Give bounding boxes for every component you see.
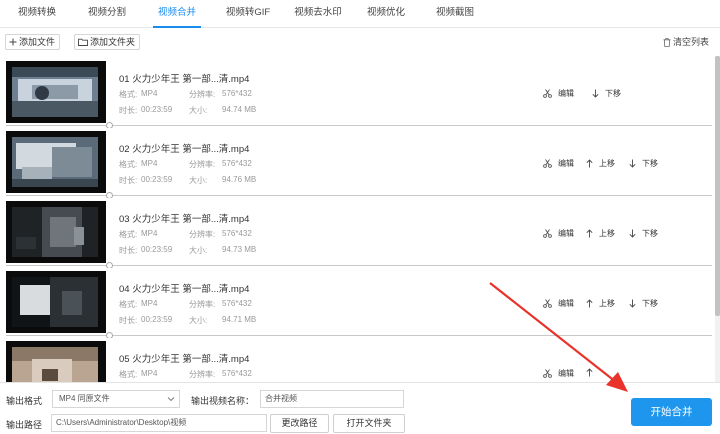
- edit-button[interactable]: 编辑: [543, 298, 574, 309]
- file-resolution: 分辨率: 576*432: [189, 89, 252, 99]
- file-size: 大小: 94.76 MB: [189, 175, 257, 185]
- scissors-icon: [543, 369, 552, 378]
- arrow-down-icon: [629, 229, 636, 238]
- change-path-button[interactable]: 更改路径: [270, 414, 329, 433]
- move-down-button[interactable]: 下移: [592, 88, 621, 99]
- file-size: 大小: 94.71 MB: [189, 315, 257, 325]
- add-file-label: 添加文件: [19, 37, 56, 47]
- move-up-button[interactable]: 上移: [586, 158, 615, 169]
- file-size: 大小: 94.74 MB: [189, 105, 257, 115]
- scissors-icon: [543, 229, 552, 238]
- video-thumbnail: [6, 61, 106, 123]
- list-item[interactable]: 03 火力少年王 第一部...清.mp4 格式: MP4 时长: 00:23:59 …: [6, 198, 712, 264]
- file-size: 大小: 94.73 MB: [189, 245, 257, 255]
- file-resolution: 分辨率: 576*432: [189, 369, 252, 379]
- start-merge-button[interactable]: 开始合并: [631, 398, 712, 426]
- list-item[interactable]: 01 火力少年王 第一部...清.mp4 格式: MP4 时长: 00:23:59 …: [6, 58, 712, 124]
- list-item[interactable]: 04 火力少年王 第一部...清.mp4 格式: MP4 时长: 00:23:59 …: [6, 268, 712, 334]
- file-resolution: 分辨率: 576*432: [189, 299, 252, 309]
- output-name-input[interactable]: 合并视频: [260, 390, 404, 408]
- move-up-button[interactable]: 上移: [586, 228, 615, 239]
- arrow-down-icon: [592, 89, 599, 98]
- output-settings-bar: 输出格式 MP4 同原文件 输出视频名称： 合并视频 输出路径 C:\Users…: [0, 382, 720, 434]
- clear-list-button[interactable]: 清空列表: [660, 34, 714, 50]
- move-up-button[interactable]: [586, 368, 599, 377]
- tab-video-convert[interactable]: 视频转换: [12, 0, 62, 28]
- output-format-label: 输出格式: [6, 396, 43, 406]
- file-format: 格式: MP4: [119, 89, 158, 99]
- tab-video-screenshot[interactable]: 视频截图: [430, 0, 480, 28]
- arrow-up-icon: [586, 159, 593, 168]
- add-folder-button[interactable]: 添加文件夹: [74, 34, 141, 50]
- move-down-button[interactable]: 下移: [629, 228, 658, 239]
- add-folder-label: 添加文件夹: [90, 37, 136, 47]
- tab-video-split[interactable]: 视频分割: [82, 0, 132, 28]
- add-file-button[interactable]: 添加文件: [5, 34, 61, 50]
- file-name: 04 火力少年王 第一部...清.mp4: [119, 284, 250, 295]
- scissors-icon: [543, 159, 552, 168]
- file-format: 格式: MP4: [119, 229, 158, 239]
- file-name: 03 火力少年王 第一部...清.mp4: [119, 214, 250, 225]
- arrow-down-icon: [629, 299, 636, 308]
- tab-video-to-gif[interactable]: 视频转GIF: [221, 0, 275, 28]
- chevron-down-icon: [167, 391, 175, 413]
- output-path-label: 输出路径: [6, 420, 43, 430]
- scrollbar-thumb[interactable]: [715, 56, 720, 316]
- list-item[interactable]: 05 火力少年王 第一部...清.mp4 格式: MP4 分辨率: 576*432 …: [6, 338, 712, 382]
- plus-icon: [9, 38, 17, 46]
- trash-icon: [663, 37, 671, 47]
- move-down-button[interactable]: 下移: [629, 158, 658, 169]
- file-duration: 时长: 00:23:59: [119, 175, 173, 185]
- arrow-down-icon: [629, 159, 636, 168]
- arrow-up-icon: [586, 299, 593, 308]
- video-thumbnail: [6, 271, 106, 333]
- move-up-button[interactable]: 上移: [586, 298, 615, 309]
- file-format: 格式: MP4: [119, 159, 158, 169]
- edit-button[interactable]: 编辑: [543, 368, 574, 379]
- output-name-label: 输出视频名称：: [191, 396, 255, 406]
- file-name: 02 火力少年王 第一部...清.mp4: [119, 144, 250, 155]
- file-resolution: 分辨率: 576*432: [189, 159, 252, 169]
- arrow-up-icon: [586, 368, 593, 377]
- tab-bar: 视频转换 视频分割 视频合并 视频转GIF 视频去水印 视频优化 视频截图: [0, 0, 720, 28]
- output-format-select[interactable]: MP4 同原文件: [52, 390, 180, 408]
- clear-list-label: 清空列表: [673, 37, 710, 47]
- edit-button[interactable]: 编辑: [543, 158, 574, 169]
- file-resolution: 分辨率: 576*432: [189, 229, 252, 239]
- file-format: 格式: MP4: [119, 299, 158, 309]
- list-item[interactable]: 02 火力少年王 第一部...清.mp4 格式: MP4 时长: 00:23:59 …: [6, 128, 712, 194]
- file-duration: 时长: 00:23:59: [119, 315, 173, 325]
- tab-video-watermark[interactable]: 视频去水印: [287, 0, 349, 28]
- arrow-up-icon: [586, 229, 593, 238]
- edit-button[interactable]: 编辑: [543, 88, 574, 99]
- folder-icon: [78, 38, 88, 46]
- toolbar: 添加文件 添加文件夹 清空列表: [0, 29, 720, 55]
- move-down-button[interactable]: 下移: [629, 298, 658, 309]
- file-duration: 时长: 00:23:59: [119, 245, 173, 255]
- tab-video-optimize[interactable]: 视频优化: [361, 0, 411, 28]
- file-name: 05 火力少年王 第一部...清.mp4: [119, 354, 250, 365]
- scissors-icon: [543, 299, 552, 308]
- video-thumbnail: [6, 201, 106, 263]
- file-list: 01 火力少年王 第一部...清.mp4 格式: MP4 时长: 00:23:59 …: [0, 56, 716, 382]
- edit-button[interactable]: 编辑: [543, 228, 574, 239]
- file-name: 01 火力少年王 第一部...清.mp4: [119, 74, 250, 85]
- file-duration: 时长: 00:23:59: [119, 105, 173, 115]
- scissors-icon: [543, 89, 552, 98]
- list-scrollbar[interactable]: [715, 56, 720, 382]
- file-format: 格式: MP4: [119, 369, 158, 379]
- open-folder-button[interactable]: 打开文件夹: [333, 414, 405, 433]
- tab-video-merge[interactable]: 视频合并: [153, 0, 201, 28]
- video-thumbnail: [6, 341, 106, 382]
- output-path-input[interactable]: C:\Users\Administrator\Desktop\视频: [51, 414, 267, 432]
- video-thumbnail: [6, 131, 106, 193]
